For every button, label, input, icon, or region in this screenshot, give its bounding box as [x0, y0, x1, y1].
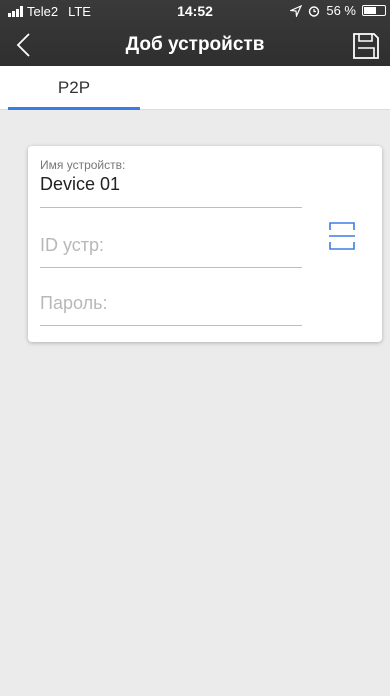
device-id-field: [40, 212, 302, 268]
device-name-label: Имя устройств:: [40, 158, 126, 172]
password-input[interactable]: [40, 285, 302, 321]
device-form-card: Имя устройств: Device 01: [28, 146, 382, 342]
password-field: [40, 270, 302, 326]
save-icon[interactable]: [350, 30, 382, 62]
tab-p2p[interactable]: P2P: [8, 66, 140, 110]
status-right: 56 %: [290, 3, 386, 18]
tab-bar: P2P: [0, 66, 390, 110]
battery-percent: 56 %: [326, 3, 356, 18]
alarm-icon: [309, 5, 320, 17]
device-id-input[interactable]: [40, 227, 302, 263]
device-name-value[interactable]: Device 01: [40, 174, 302, 195]
location-icon: [290, 4, 303, 17]
device-name-field[interactable]: Имя устройств: Device 01: [40, 158, 302, 208]
scan-qr-icon[interactable]: [328, 220, 356, 252]
add-device-screen: Tele2 LTE 14:52 56 % Доб устройств P2P И…: [0, 0, 390, 696]
battery-icon: [362, 5, 386, 16]
status-bar: Tele2 LTE 14:52 56 %: [0, 0, 390, 22]
page-title: Доб устройств: [125, 34, 265, 55]
